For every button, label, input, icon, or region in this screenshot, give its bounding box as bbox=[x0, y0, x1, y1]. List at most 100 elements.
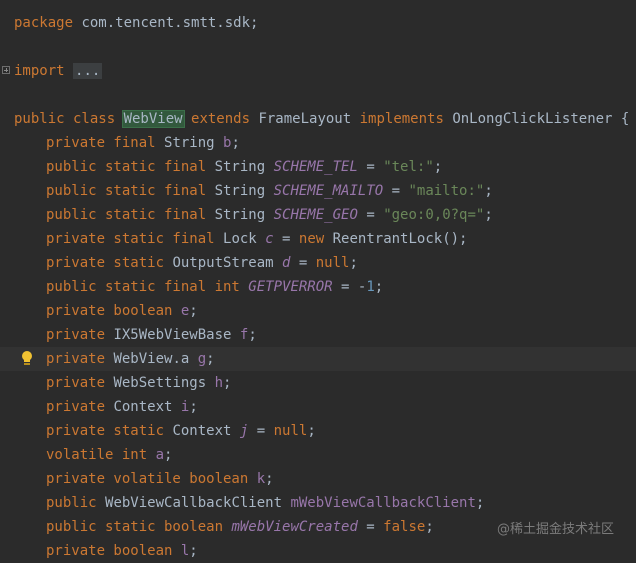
code-token: GETPVERROR bbox=[248, 279, 333, 295]
code-line[interactable]: package com.tencent.smtt.sdk; bbox=[0, 11, 636, 35]
code-line[interactable]: public static final String SCHEME_GEO = … bbox=[0, 203, 636, 227]
code-token: ; bbox=[265, 471, 274, 487]
code-line[interactable]: import ... bbox=[0, 59, 636, 83]
code-token: volatile int bbox=[46, 447, 156, 463]
code-text: public static final int GETPVERROR = -1; bbox=[46, 275, 383, 299]
folded-imports[interactable]: ... bbox=[73, 63, 103, 79]
code-text: import ... bbox=[14, 59, 103, 83]
code-token: package bbox=[14, 15, 74, 31]
code-token: String bbox=[214, 183, 274, 199]
code-line[interactable]: public static final String SCHEME_MAILTO… bbox=[0, 179, 636, 203]
code-token: public static final bbox=[46, 183, 215, 199]
code-token: ; bbox=[374, 279, 384, 295]
code-token: = bbox=[248, 423, 274, 439]
code-token: = bbox=[357, 159, 384, 175]
code-token: "tel:" bbox=[383, 159, 434, 175]
code-token: IX5WebViewBase bbox=[113, 327, 240, 343]
code-token: ; bbox=[349, 255, 358, 271]
code-line[interactable]: private boolean l; bbox=[0, 539, 636, 563]
code-token: private boolean bbox=[46, 303, 181, 319]
code-token: = bbox=[357, 519, 384, 535]
code-token: "mailto:" bbox=[408, 183, 485, 199]
code-text: private static Context j = null; bbox=[46, 419, 316, 443]
code-token: null bbox=[273, 423, 308, 439]
code-token: FrameLayout bbox=[258, 111, 360, 127]
code-token: 1 bbox=[366, 279, 375, 295]
code-line[interactable]: private Context i; bbox=[0, 395, 636, 419]
code-token: String bbox=[214, 207, 274, 223]
code-token: mWebViewCreated bbox=[231, 519, 358, 535]
code-token: com.tencent.smtt.sdk; bbox=[73, 15, 259, 31]
code-token: ; bbox=[206, 351, 215, 367]
code-token: null bbox=[315, 255, 350, 271]
code-line[interactable]: private IX5WebViewBase f; bbox=[0, 323, 636, 347]
code-line[interactable]: public static final int GETPVERROR = -1; bbox=[0, 275, 636, 299]
code-line[interactable]: private static OutputStream d = null; bbox=[0, 251, 636, 275]
code-token: private boolean bbox=[46, 543, 181, 559]
code-token: ; bbox=[248, 327, 257, 343]
code-line[interactable]: private WebView.a g; bbox=[0, 347, 636, 371]
code-token: ; bbox=[231, 135, 240, 151]
code-text: volatile int a; bbox=[46, 443, 172, 467]
code-token: WebView bbox=[121, 110, 185, 128]
code-token: import bbox=[14, 63, 65, 79]
code-token: private bbox=[46, 399, 114, 415]
code-token: ; bbox=[189, 399, 198, 415]
code-token: public static final bbox=[46, 207, 215, 223]
code-token: ; bbox=[223, 375, 232, 391]
code-line[interactable]: public WebViewCallbackClient mWebViewCal… bbox=[0, 491, 636, 515]
code-token: Context bbox=[172, 423, 240, 439]
code-line[interactable] bbox=[0, 83, 636, 107]
code-text: private static final Lock c = new Reentr… bbox=[46, 227, 467, 251]
code-token: String bbox=[214, 159, 274, 175]
code-token: h bbox=[214, 375, 224, 391]
code-text: public class WebView extends FrameLayout… bbox=[14, 107, 629, 131]
code-token: k bbox=[256, 471, 266, 487]
code-token: public bbox=[46, 495, 106, 511]
code-line[interactable]: private final String b; bbox=[0, 131, 636, 155]
code-token: SCHEME_GEO bbox=[273, 207, 358, 223]
code-line[interactable]: private WebSettings h; bbox=[0, 371, 636, 395]
code-line[interactable]: volatile int a; bbox=[0, 443, 636, 467]
code-token: ; bbox=[425, 519, 434, 535]
lightbulb-icon[interactable] bbox=[21, 351, 33, 367]
code-text: private volatile boolean k; bbox=[46, 467, 274, 491]
code-token: ; bbox=[433, 159, 443, 175]
code-text: public static boolean mWebViewCreated = … bbox=[46, 515, 434, 539]
code-token: Lock bbox=[223, 231, 266, 247]
code-line[interactable]: public static final String SCHEME_TEL = … bbox=[0, 155, 636, 179]
code-line[interactable] bbox=[0, 35, 636, 59]
code-token: private volatile boolean bbox=[46, 471, 257, 487]
code-token: c bbox=[265, 231, 274, 247]
code-line[interactable]: private boolean e; bbox=[0, 299, 636, 323]
code-token: OutputStream bbox=[172, 255, 283, 271]
code-token: g bbox=[197, 351, 207, 367]
code-token: mWebViewCallbackClient bbox=[290, 495, 476, 511]
code-token: "geo:0,0?q=" bbox=[383, 207, 485, 223]
code-text: private boolean e; bbox=[46, 299, 198, 323]
code-token: private static final bbox=[46, 231, 224, 247]
code-token: private final bbox=[46, 135, 165, 151]
code-token: ; bbox=[189, 543, 198, 559]
code-token: ; bbox=[484, 183, 493, 199]
code-text: public WebViewCallbackClient mWebViewCal… bbox=[46, 491, 484, 515]
code-token: ; bbox=[189, 303, 198, 319]
code-editor[interactable]: package com.tencent.smtt.sdk; import ... p… bbox=[0, 0, 636, 559]
code-line[interactable]: private static Context j = null; bbox=[0, 419, 636, 443]
code-token: = - bbox=[332, 279, 367, 295]
code-token: SCHEME_MAILTO bbox=[273, 183, 384, 199]
code-token: public static boolean bbox=[46, 519, 232, 535]
fold-expand-icon[interactable] bbox=[2, 66, 10, 74]
code-token: private static bbox=[46, 423, 173, 439]
code-text: package com.tencent.smtt.sdk; bbox=[14, 11, 258, 35]
code-token: = bbox=[357, 207, 384, 223]
code-token: WebViewCallbackClient bbox=[105, 495, 291, 511]
code-token: private bbox=[46, 351, 114, 367]
code-text: private WebSettings h; bbox=[46, 371, 231, 395]
code-line[interactable]: public class WebView extends FrameLayout… bbox=[0, 107, 636, 131]
code-line[interactable]: private volatile boolean k; bbox=[0, 467, 636, 491]
code-line[interactable]: private static final Lock c = new Reentr… bbox=[0, 227, 636, 251]
code-token: ; bbox=[475, 495, 485, 511]
code-text: private WebView.a g; bbox=[46, 347, 215, 371]
